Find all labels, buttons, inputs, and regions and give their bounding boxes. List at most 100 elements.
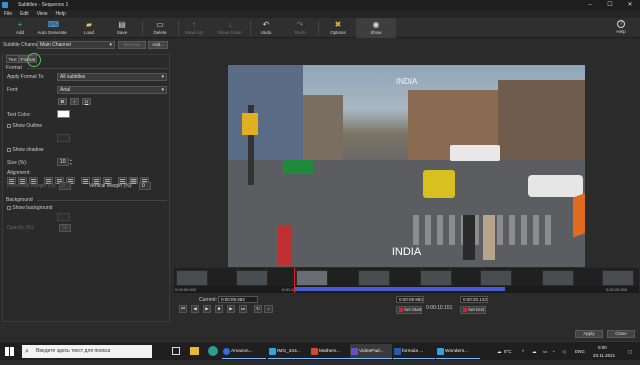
play-button[interactable]: ▶ — [203, 305, 211, 313]
title-bar: Subtitles - Sequence 1 – ☐ ✕ — [0, 0, 640, 10]
show-outline-label: Show Outline — [12, 123, 43, 129]
show-background-option[interactable]: Show background — [7, 205, 52, 211]
duration-value: 0:00:10.151 — [426, 305, 453, 311]
app-icon — [2, 2, 8, 8]
save-button[interactable]: ▤ Save — [102, 18, 142, 38]
text-color-swatch[interactable] — [57, 110, 70, 118]
language-indicator[interactable]: ENG — [575, 342, 585, 361]
go-end-button[interactable]: ⏭ — [239, 305, 247, 313]
traffic-light — [242, 113, 258, 135]
opacity-input[interactable]: 50 — [59, 224, 71, 232]
clock-date[interactable]: 23.11.2021 — [593, 346, 615, 365]
end-time-field[interactable]: 0:00:20.133 — [460, 296, 488, 303]
horizontal-margin-input[interactable]: 0 — [59, 182, 71, 190]
italic-button[interactable]: I — [70, 98, 79, 105]
wondershare-icon — [437, 348, 444, 355]
apply-button[interactable]: Apply — [575, 330, 603, 338]
stop-button[interactable]: ■ — [215, 305, 223, 313]
show-button[interactable]: ◉ Show — [356, 18, 396, 38]
subtitle-clip-bar[interactable] — [295, 287, 505, 291]
close-window-button[interactable]: ✕ — [620, 0, 640, 10]
timeline-end-time: 0:00:25.000 — [606, 287, 628, 292]
help-button[interactable]: ? Help — [606, 18, 636, 38]
weather-icon[interactable]: ☁ — [497, 342, 502, 361]
apply-format-select[interactable]: All subtitles ▾ — [57, 73, 167, 81]
opacity-label: Opacity (%): — [7, 225, 35, 231]
vertical-margin-input[interactable]: 0 — [139, 182, 151, 190]
window-title: Subtitles - Sequence 1 — [18, 2, 69, 8]
apply-format-value: All subtitles — [60, 74, 86, 80]
edge-icon[interactable] — [208, 346, 218, 356]
onedrive-icon[interactable]: ☁ — [532, 342, 537, 361]
show-shadow-checkbox[interactable] — [7, 147, 11, 152]
eye-icon: ◉ — [372, 20, 380, 29]
menu-file[interactable]: File — [4, 11, 12, 17]
taskbar-app-wondershare[interactable]: Wonders... — [436, 344, 480, 359]
taskbar-app-powerpoint[interactable]: Mathem... — [310, 344, 350, 359]
font-select[interactable]: Arial ▾ — [57, 86, 167, 94]
taskbar-app-chrome[interactable]: Amazon... — [222, 344, 266, 359]
move-up-button[interactable]: ↑ Move Up — [174, 18, 214, 38]
move-down-button[interactable]: ↓ Move Down — [210, 18, 250, 38]
wifi-icon[interactable]: ◔ — [552, 342, 555, 361]
show-outline-checkbox[interactable] — [7, 123, 11, 128]
options-button[interactable]: ✖ Options — [318, 18, 358, 38]
save-icon: ▤ — [118, 20, 126, 29]
notifications-icon[interactable]: ▢ — [628, 342, 632, 361]
videopad-icon — [351, 348, 358, 355]
chevron-down-icon: ▾ — [161, 74, 164, 80]
timeline-thumbnail — [296, 270, 328, 286]
bold-button[interactable]: B — [58, 98, 67, 105]
pedestrian — [278, 225, 292, 265]
minimize-button[interactable]: – — [580, 0, 600, 10]
task-view-icon[interactable] — [172, 347, 180, 355]
battery-icon[interactable]: ▭ — [543, 342, 547, 361]
timeline[interactable]: 0:00:00.000 0:00:10.000 0:00:25.000 — [174, 268, 639, 293]
white-car — [528, 175, 583, 197]
remove-channel-button[interactable]: Remove — [118, 41, 146, 49]
windows-start-icon[interactable] — [5, 347, 14, 356]
volume-icon[interactable]: ◁ — [562, 342, 565, 361]
show-background-checkbox[interactable] — [7, 205, 11, 210]
plus-icon: + — [17, 20, 23, 29]
background-section-heading: Background — [6, 197, 33, 203]
speaker-icon[interactable]: ♪ — [264, 305, 273, 313]
auto-generate-button[interactable]: ⌨ Auto Generate — [32, 18, 72, 38]
step-forward-button[interactable]: ▶ — [227, 305, 235, 313]
properties-panel: Text Format Format Apply Format To: All … — [2, 53, 170, 322]
set-end-button[interactable]: Set End — [460, 306, 486, 314]
weather-temperature[interactable]: 5°C — [504, 342, 512, 361]
show-shadow-option[interactable]: Show shadow — [7, 147, 44, 153]
redo-button[interactable]: ↷ Redo — [280, 18, 320, 38]
menu-view[interactable]: View — [37, 11, 48, 17]
taskbar-app-word[interactable]: formula ... — [393, 344, 435, 359]
taskbar: ⌕ Введите здесь текст для поиска Amazon..… — [0, 341, 640, 360]
add-channel-button[interactable]: Add... — [148, 41, 168, 49]
maximize-button[interactable]: ☐ — [600, 0, 620, 10]
tray-arrow-icon[interactable]: ^ — [522, 342, 524, 361]
current-time-label: Current: — [199, 297, 218, 303]
taskbar-app-videopad[interactable]: VideoPad... — [350, 344, 392, 359]
start-time-field[interactable]: 0:00:09.983 — [396, 296, 424, 303]
loop-button[interactable]: ↻ — [254, 305, 262, 313]
show-outline-option[interactable]: Show Outline — [7, 123, 42, 129]
taskbar-search-input[interactable]: ⌕ Введите здесь текст для поиска — [22, 345, 152, 358]
menu-edit[interactable]: Edit — [20, 11, 29, 17]
set-start-button[interactable]: Set Start — [396, 306, 422, 314]
background-color-swatch — [57, 213, 70, 221]
cursor-highlight — [27, 53, 41, 67]
file-explorer-icon[interactable] — [190, 347, 199, 355]
tab-text[interactable]: Text — [6, 55, 19, 63]
subtitle-channel-select[interactable]: Main Channel ▾ — [37, 41, 115, 49]
menu-help[interactable]: Help — [55, 11, 65, 17]
step-back-button[interactable]: ◀ — [191, 305, 199, 313]
current-time-field[interactable]: 0:00:09.983 — [218, 296, 258, 303]
record-icon — [399, 308, 403, 312]
size-stepper[interactable]: ▴ ▾ — [70, 158, 74, 166]
taskbar-app-photoshop[interactable]: IMG_344... — [268, 344, 310, 359]
close-button[interactable]: Close — [607, 330, 635, 338]
go-start-button[interactable]: ⏮ — [179, 305, 187, 313]
underline-button[interactable]: U — [82, 98, 91, 105]
size-input[interactable]: 10 — [57, 158, 69, 166]
playhead[interactable] — [294, 268, 295, 293]
